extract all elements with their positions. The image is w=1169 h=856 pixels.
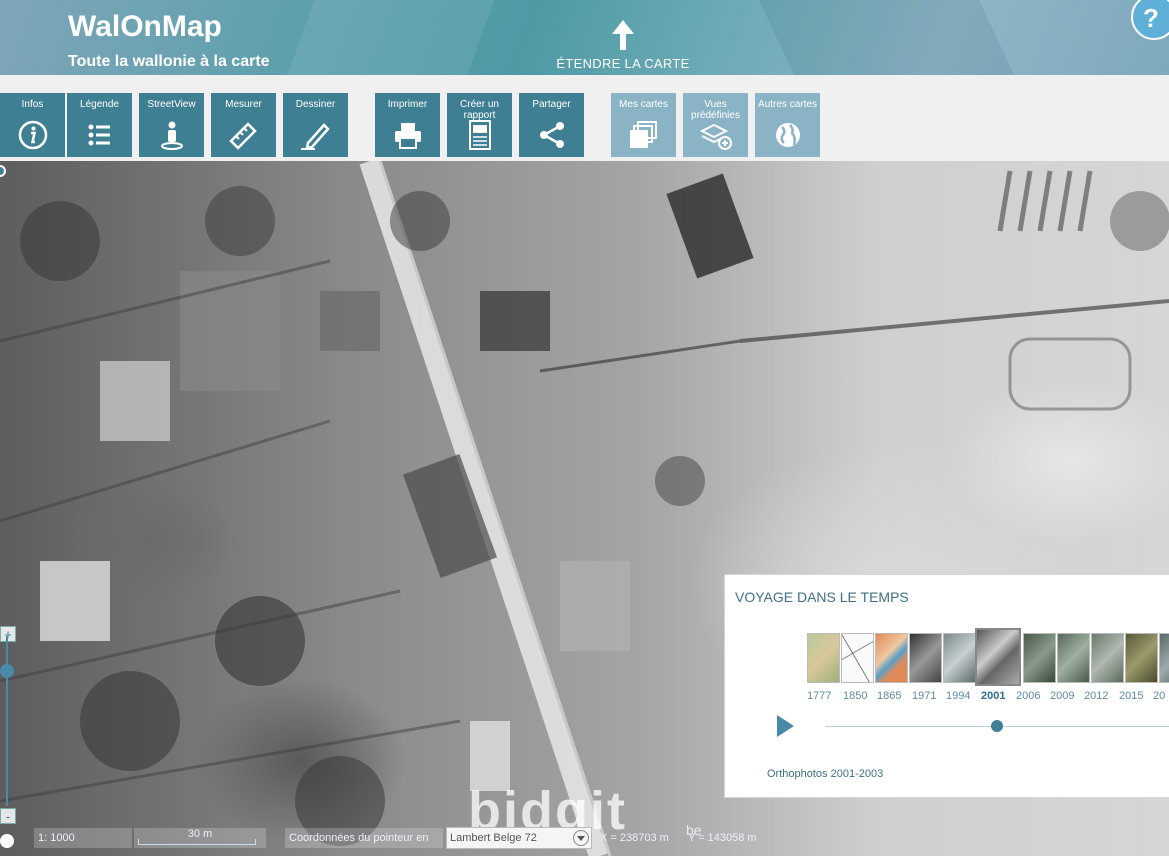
pointer-coords-label: Coordonnées du pointeur en [285, 828, 443, 848]
zoom-in-button[interactable]: + [0, 626, 16, 642]
thumbnail-1971[interactable] [909, 633, 942, 683]
list-icon [88, 124, 110, 146]
thumbnail-2015[interactable] [1125, 633, 1158, 683]
tool-other-maps-button[interactable]: Autres cartes [755, 93, 820, 157]
time-travel-panel: VOYAGE DANS LE TEMPS 1777 1850 1865 1971… [724, 574, 1169, 798]
thumbnail-2009[interactable] [1057, 633, 1090, 683]
scale-ratio: 1: 1000 [34, 828, 132, 848]
thumbnail-1777[interactable] [807, 633, 840, 683]
year-label[interactable]: 1971 [912, 690, 936, 702]
year-label[interactable]: 2012 [1084, 690, 1108, 702]
maps-icon [629, 121, 657, 148]
coord-y: Y = 143058 m [688, 832, 757, 844]
tool-my-maps-button[interactable]: Mes cartes [611, 93, 676, 157]
thumbnail-1865[interactable] [875, 633, 908, 683]
scale-bar-line [138, 839, 256, 845]
tool-infos-button[interactable]: Infos [0, 93, 65, 157]
tool-draw-button[interactable]: Dessiner [283, 93, 348, 157]
tool-report-button[interactable]: Créer un rapport [447, 93, 512, 157]
tool-streetview-button[interactable]: StreetView [139, 93, 204, 157]
thumbnail-2012[interactable] [1091, 633, 1124, 683]
year-label[interactable]: 1865 [877, 690, 901, 702]
coord-x: X = 238703 m [600, 832, 669, 844]
tool-predefined-views-button[interactable]: Vues prédéfinies [683, 93, 748, 157]
tool-print-button[interactable]: Imprimer [375, 93, 440, 157]
thumbnail-2006[interactable] [1023, 633, 1056, 683]
ruler-icon [228, 122, 257, 150]
year-label[interactable]: 2006 [1016, 690, 1040, 702]
thumbnail-1850[interactable] [841, 633, 874, 683]
status-bar: 1: 1000 30 m Coordonnées du pointeur en … [0, 822, 1169, 856]
globe-icon [775, 123, 800, 147]
expand-map-button[interactable]: ÉTENDRE LA CARTE [548, 20, 698, 71]
time-travel-thumbnails [807, 628, 1169, 686]
year-label[interactable]: 1777 [807, 690, 831, 702]
zoom-slider-track[interactable] [6, 636, 8, 806]
time-travel-title: VOYAGE DANS LE TEMPS [735, 589, 909, 605]
header-banner: WalOnMap Toute la wallonie à la carte ÉT… [0, 0, 1169, 75]
tool-legend-button[interactable]: Légende [67, 93, 132, 157]
year-label-selected[interactable]: 2001 [981, 690, 1005, 702]
person-icon [160, 121, 183, 150]
arrow-up-icon [612, 20, 634, 34]
play-icon[interactable] [777, 715, 794, 737]
thumbnail-2018[interactable] [1159, 633, 1169, 683]
projection-select[interactable]: Lambert Belge 72 [446, 827, 592, 849]
help-button[interactable]: ? [1131, 0, 1169, 40]
zoom-control: + - [0, 606, 18, 836]
time-travel-years: 1777 1850 1865 1971 1994 2001 2006 2009 … [807, 690, 1169, 706]
time-travel-caption: Orthophotos 2001-2003 [767, 768, 884, 780]
share-icon [539, 122, 564, 148]
year-label[interactable]: 2009 [1050, 690, 1074, 702]
report-icon [468, 120, 491, 150]
time-slider-knob[interactable] [991, 720, 1003, 732]
toolbar: Infos Légende StreetView Mesurer Dessine… [0, 75, 1169, 161]
year-label[interactable]: 1850 [843, 690, 867, 702]
projection-value: Lambert Belge 72 [450, 832, 537, 844]
tool-measure-button[interactable]: Mesurer [211, 93, 276, 157]
expand-map-label: ÉTENDRE LA CARTE [556, 56, 690, 71]
app-title: WalOnMap [68, 10, 222, 43]
tool-share-button[interactable]: Partager [519, 93, 584, 157]
info-icon [18, 120, 47, 150]
chevron-down-icon[interactable] [573, 830, 589, 846]
thumbnail-2001[interactable] [975, 628, 1021, 686]
year-label[interactable]: 20 [1153, 690, 1165, 702]
layers-icon [699, 123, 732, 150]
printer-icon [394, 123, 421, 149]
year-label[interactable]: 1994 [946, 690, 970, 702]
thumbnail-1994[interactable] [943, 633, 976, 683]
scale-bar: 30 m [134, 828, 266, 848]
app-subtitle: Toute la wallonie à la carte [68, 53, 270, 70]
year-label[interactable]: 2015 [1119, 690, 1143, 702]
pencil-icon [300, 123, 330, 150]
zoom-slider-knob[interactable] [0, 664, 14, 678]
